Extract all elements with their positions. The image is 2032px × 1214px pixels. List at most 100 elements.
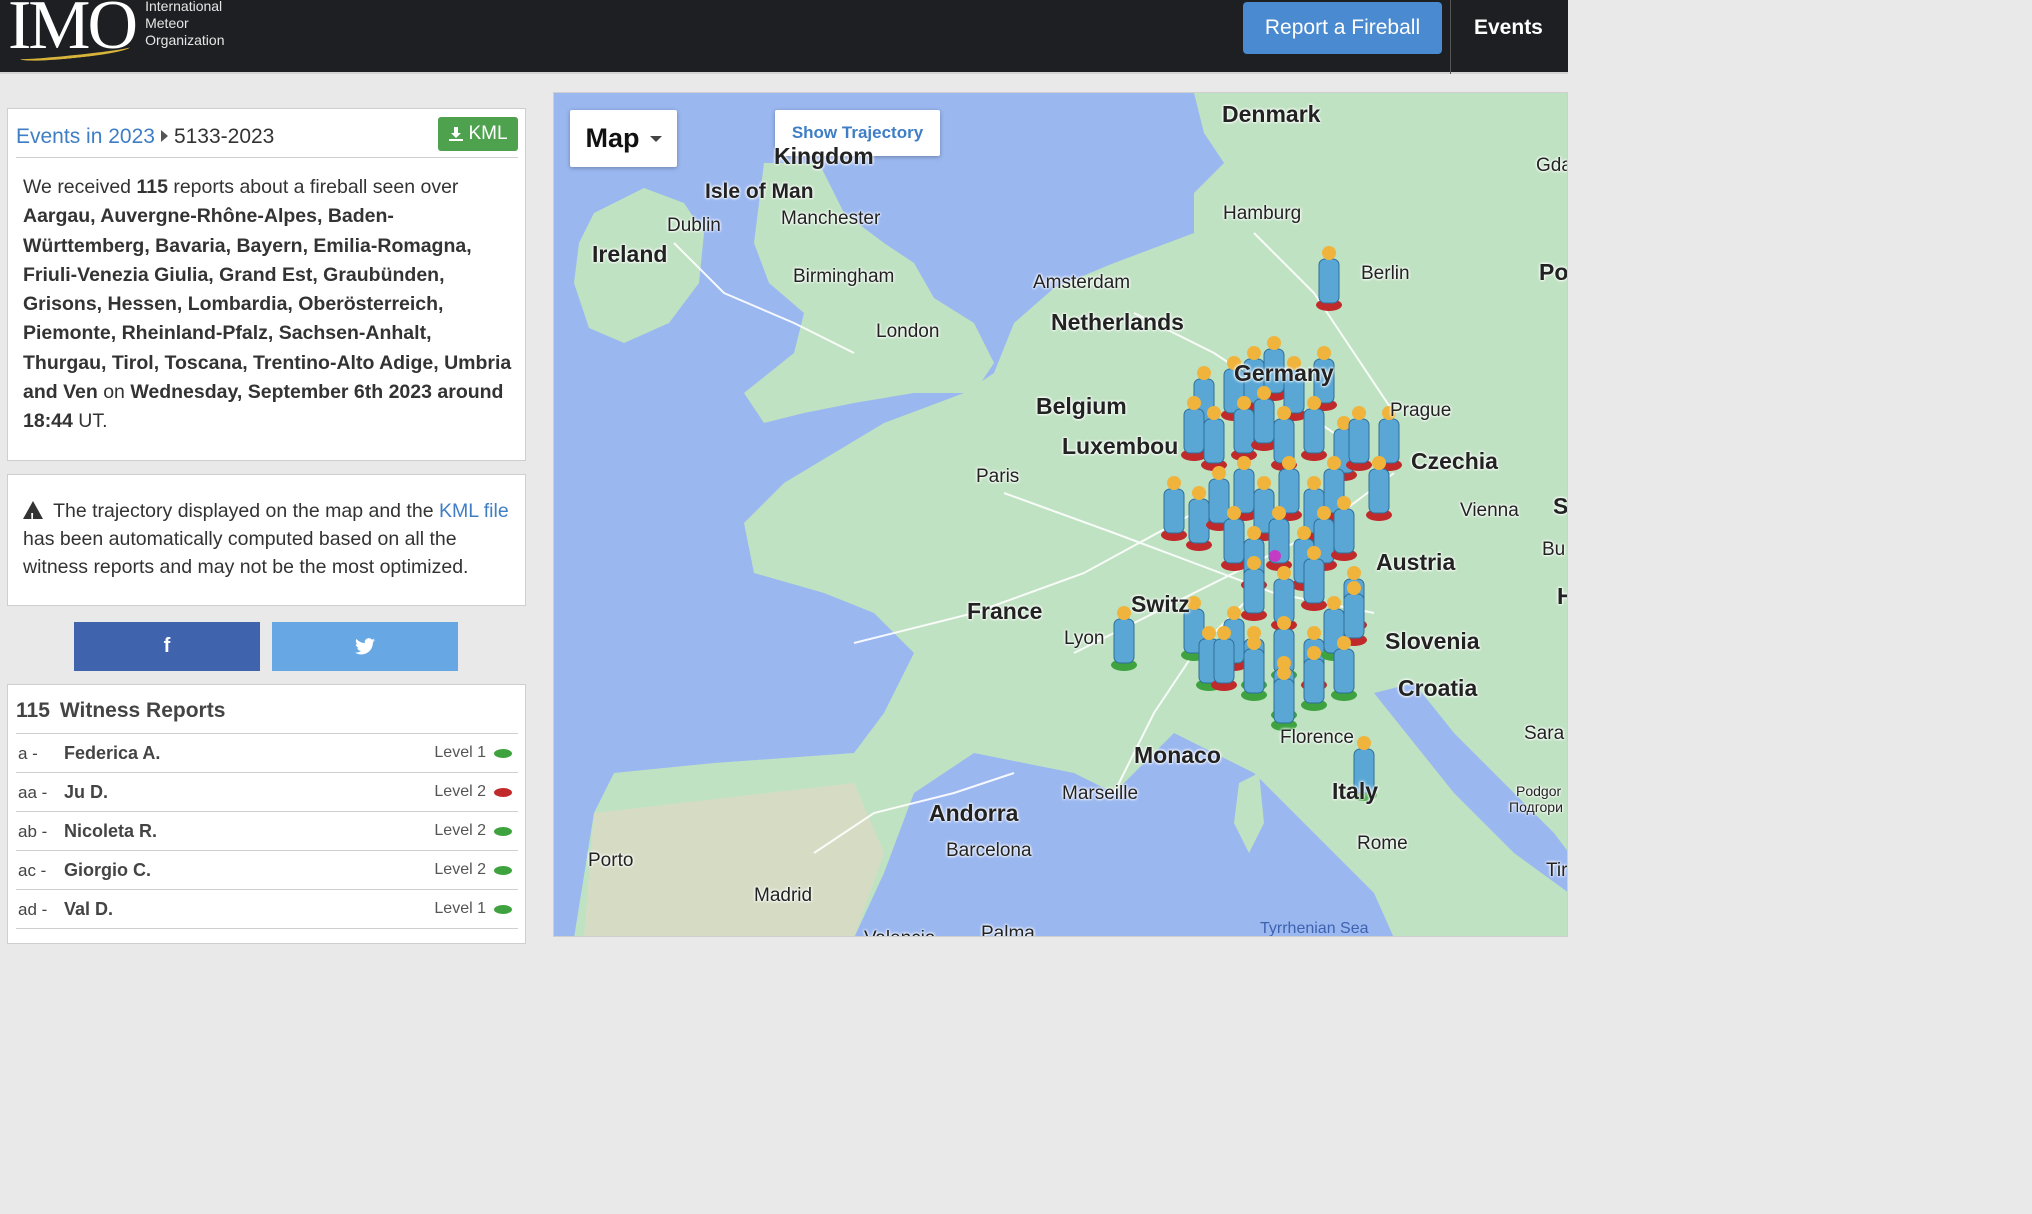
witness-marker[interactable] (1303, 558, 1325, 604)
facebook-share-button[interactable]: f (74, 622, 260, 671)
marker-head (1307, 646, 1321, 660)
witness-marker[interactable] (1163, 488, 1185, 534)
event-info-panel: Events in 2023 5133-2023 KML We received … (7, 108, 526, 461)
witness-marker[interactable] (1243, 648, 1265, 694)
witness-report-row[interactable]: ac - Giorgio C. Level 2 (16, 851, 518, 890)
map-type-dropdown[interactable]: Map (570, 110, 677, 167)
map-label-sarajevo: Sara (1524, 723, 1565, 744)
report-count: 115 (136, 176, 168, 198)
download-icon (449, 127, 464, 141)
kml-file-link[interactable]: KML file (439, 500, 509, 522)
report-fireball-button[interactable]: Report a Fireball (1243, 2, 1442, 54)
map-label-andorra: Andorra (929, 800, 1019, 826)
report-id: ad - (18, 900, 48, 919)
marker-head (1317, 346, 1331, 360)
witness-marker[interactable] (1188, 498, 1210, 544)
nav-events-link[interactable]: Events (1474, 16, 1543, 40)
report-level: Level 1 (434, 744, 486, 761)
witness-name[interactable]: Val D. (64, 899, 113, 920)
witness-marker[interactable] (1303, 658, 1325, 704)
marker-head (1322, 246, 1336, 260)
event-map[interactable]: Map Show Trajectory Denmark Kingdom Isle… (553, 92, 1568, 937)
marker-head (1247, 636, 1261, 650)
map-label-austria: Austria (1376, 549, 1456, 575)
marker-head (1307, 626, 1321, 640)
witness-marker[interactable] (1378, 418, 1400, 464)
marker-head (1307, 396, 1321, 410)
breadcrumb-events-link[interactable]: Events in 2023 (16, 125, 155, 148)
marker-head (1327, 456, 1341, 470)
map-label-vienna: Vienna (1460, 500, 1519, 521)
witness-marker[interactable] (1368, 468, 1390, 514)
witness-marker[interactable] (1223, 518, 1245, 564)
map-label-switzerland: Switz (1131, 591, 1190, 617)
map-label-hamburg: Hamburg (1223, 203, 1302, 224)
map-label-luxembourg: Luxembou (1062, 433, 1179, 459)
marker-head (1217, 626, 1231, 640)
trajectory-point (1269, 550, 1281, 562)
witness-name[interactable]: Federica A. (64, 743, 160, 764)
marker-head (1247, 526, 1261, 540)
witness-marker[interactable] (1233, 408, 1255, 454)
witness-reports-header: 115 Witness Reports (16, 699, 518, 734)
witness-marker[interactable] (1303, 408, 1325, 454)
marker-head (1307, 476, 1321, 490)
witness-marker[interactable] (1253, 398, 1275, 444)
witness-marker[interactable] (1183, 408, 1205, 454)
witness-report-row[interactable]: aa - Ju D. Level 2 (16, 773, 518, 812)
marker-head (1207, 406, 1221, 420)
witness-report-row[interactable]: ad - Val D. Level 1 (16, 890, 518, 929)
report-id: aa - (18, 783, 48, 802)
map-label-amsterdam: Amsterdam (1033, 272, 1131, 293)
map-label-valencia: Valencia (864, 928, 935, 936)
witness-marker[interactable] (1343, 593, 1365, 639)
marker-head (1277, 406, 1291, 420)
report-level: Level 2 (434, 783, 486, 800)
logo-sub-line: Organization (145, 32, 225, 48)
breadcrumb-current: 5133-2023 (173, 125, 275, 148)
witness-marker[interactable] (1273, 678, 1295, 724)
marker-head (1247, 556, 1261, 570)
marker-head (1227, 506, 1241, 520)
witness-name[interactable]: Ju D. (64, 782, 108, 803)
marker-head (1237, 396, 1251, 410)
kml-button-label: KML (468, 123, 508, 144)
witness-marker[interactable] (1348, 418, 1370, 464)
witness-marker[interactable] (1333, 508, 1355, 554)
marker-head (1277, 666, 1291, 680)
map-label-podgorica-cyrillic: Подгори (1509, 799, 1563, 815)
map-label-palma: Palma (981, 923, 1035, 937)
kml-download-button[interactable]: KML (438, 117, 518, 151)
report-id: a - (18, 744, 38, 763)
witness-marker[interactable] (1278, 468, 1300, 514)
imo-logo[interactable]: IMO International Meteor Organization (8, 0, 225, 66)
map-label-germany: Germany (1234, 360, 1334, 386)
map-label-gdansk: Gda (1536, 155, 1567, 176)
region-list: Aargau, Auvergne-Rhône-Alpes, Baden-Würt… (23, 205, 512, 404)
map-label-barcelona: Barcelona (946, 840, 1032, 861)
witness-marker[interactable] (1203, 418, 1225, 464)
witness-marker[interactable] (1208, 478, 1230, 524)
witness-marker[interactable] (1318, 258, 1340, 304)
witness-report-row[interactable]: ab - Nicoleta R. Level 2 (16, 812, 518, 851)
twitter-share-button[interactable] (272, 622, 458, 671)
witness-marker[interactable] (1213, 638, 1235, 684)
map-label-madrid: Madrid (754, 885, 813, 906)
map-label-prague: Prague (1390, 400, 1452, 421)
witness-marker[interactable] (1113, 618, 1135, 664)
marker-head (1282, 456, 1296, 470)
witness-name[interactable]: Nicoleta R. (64, 821, 157, 842)
witness-report-row[interactable]: a - Federica A. Level 1 (16, 734, 518, 773)
witness-marker[interactable] (1233, 468, 1255, 514)
level-indicator-icon (494, 788, 512, 797)
level-indicator-icon (494, 827, 512, 836)
nav-divider (1450, 0, 1451, 74)
witness-marker[interactable] (1243, 568, 1265, 614)
witness-marker[interactable] (1333, 648, 1355, 694)
desc-end: UT. (72, 410, 108, 433)
marker-head (1352, 406, 1366, 420)
marker-head (1257, 386, 1271, 400)
map-label-porto: Porto (588, 850, 634, 871)
map-label-croatia: Croatia (1398, 675, 1478, 701)
witness-name[interactable]: Giorgio C. (64, 860, 151, 881)
